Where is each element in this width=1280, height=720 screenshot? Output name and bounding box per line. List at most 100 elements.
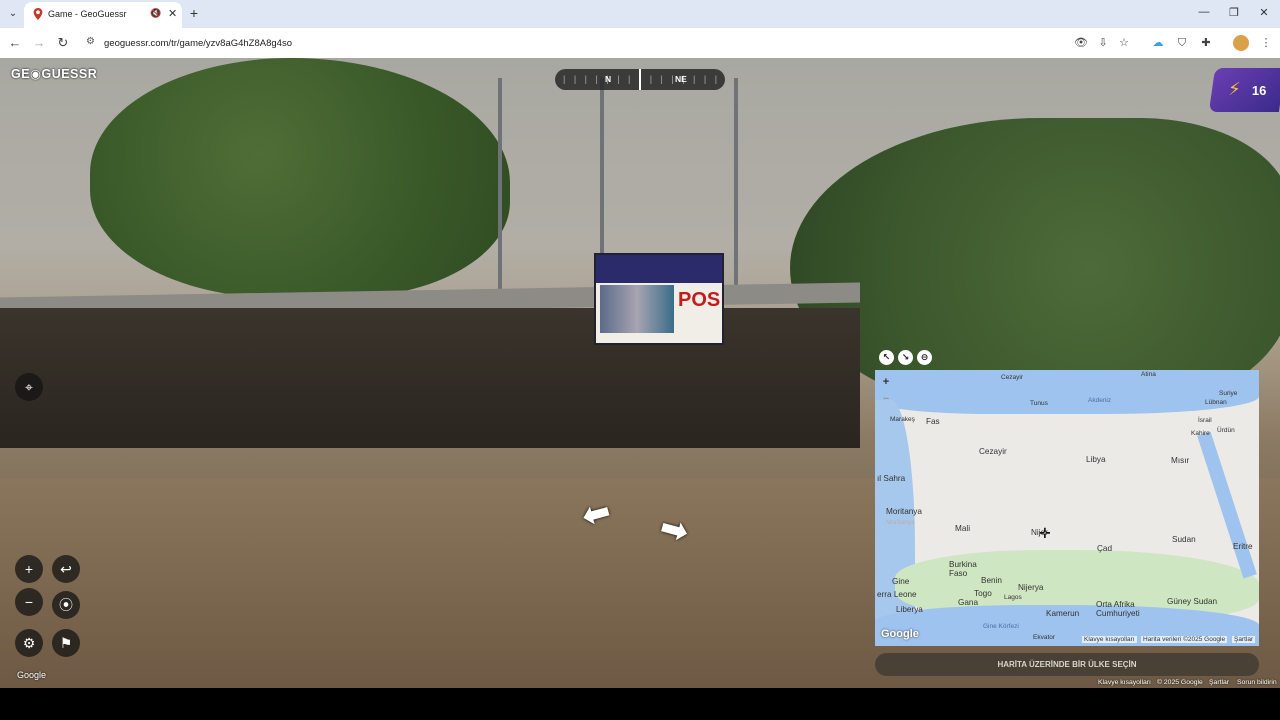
map-label: Lübnan: [1205, 399, 1227, 406]
map-label: Gine Körfezi: [983, 623, 1019, 630]
map-shortcuts-link[interactable]: Klavye kısayolları: [1082, 636, 1137, 643]
map-label: Sudan: [1172, 535, 1196, 544]
window-close-button[interactable]: ✕: [1254, 6, 1274, 19]
footer-report-link[interactable]: Sorun bildirin: [1237, 679, 1277, 686]
map-label: Gine: [892, 577, 910, 586]
map-label: Akdeniz: [1088, 397, 1112, 404]
toolbar: ← → ↻ ⚙ geoguessr.com/tr/game/yzv8aG4hZ8…: [0, 28, 1280, 58]
eye-off-icon[interactable]: 👁: [1073, 35, 1089, 51]
map-shrink-icon[interactable]: ↘: [898, 350, 913, 365]
map-label: Moritanya: [886, 507, 922, 516]
map-pin-toggle-icon[interactable]: ⊖: [917, 350, 932, 365]
more-menu-icon[interactable]: ⋮: [1258, 35, 1274, 51]
minimize-button[interactable]: —: [1194, 6, 1214, 18]
score-value: 16: [1251, 83, 1267, 98]
map-label: Mali: [955, 524, 971, 533]
map-label: Ürdün: [1217, 427, 1235, 434]
checkpoint-flag-icon[interactable]: ⚑: [52, 629, 80, 657]
map-label: Tunus: [1030, 400, 1048, 407]
address-bar[interactable]: ⚙ geoguessr.com/tr/game/yzv8aG4hZ8A8g4so: [80, 32, 1140, 54]
tab-search-chevron-icon[interactable]: ⌄: [4, 5, 22, 23]
map-label: Orta Afrika Cumhuriyeti: [1096, 600, 1140, 618]
bottom-bar: [0, 688, 1280, 720]
footer-terms-link[interactable]: Şartlar: [1209, 679, 1229, 686]
map-label: erra Leone: [877, 590, 917, 599]
map-label: Kamerun: [1046, 609, 1080, 618]
map-label: Fas: [926, 417, 940, 426]
muted-speaker-icon[interactable]: 🔇: [150, 8, 161, 19]
map-label: Gana: [958, 598, 979, 607]
map-data-attribution: Harita verileri ©2025 Google: [1141, 636, 1228, 643]
billboard: POS: [594, 253, 724, 345]
map-label: Marakeş: [890, 416, 915, 423]
compass-ticks: | | | | | | | | | | | | | | |: [563, 74, 721, 84]
cloud-extension-icon[interactable]: ☁: [1150, 35, 1166, 51]
map-label: Atina: [1141, 371, 1156, 378]
profile-avatar[interactable]: [1233, 35, 1249, 51]
map-zoom-in-button[interactable]: +: [879, 375, 893, 389]
tab-geoguessr[interactable]: Game - GeoGuessr 🔇 ✕: [24, 2, 182, 28]
undo-arrow-icon[interactable]: ↩: [52, 555, 80, 583]
zoom-in-button[interactable]: +: [15, 555, 43, 583]
compass-north: N: [605, 74, 612, 84]
map-label: Moritanya: [886, 519, 915, 526]
new-tab-button[interactable]: +: [186, 5, 202, 21]
back-arrow-icon[interactable]: ←: [6, 34, 24, 52]
map-label: Suriye: [1219, 390, 1238, 397]
market-stalls: [0, 308, 860, 448]
zoom-out-button[interactable]: −: [15, 588, 43, 616]
guess-button[interactable]: HARİTA ÜZERİNDE BİR ÜLKE SEÇİN: [875, 653, 1259, 676]
guess-map[interactable]: + − Cezayir Tunus Akdeniz Atina Suriye L…: [875, 370, 1259, 646]
map-google-logo: Google: [881, 628, 919, 640]
map-label: ıl Sahra: [877, 474, 906, 483]
settings-gear-icon[interactable]: ⚙: [15, 629, 43, 657]
return-to-start-pin-icon[interactable]: ⦿: [52, 591, 80, 619]
map-label: Nijerya: [1018, 583, 1044, 592]
url-text: geoguessr.com/tr/game/yzv8aG4hZ8A8g4so: [104, 38, 292, 49]
score-badge: ⚡ 16: [1208, 68, 1280, 112]
map-label: Ekvator: [1033, 634, 1056, 641]
compass-center-mark: [639, 69, 641, 90]
tab-strip: ⌄ Game - GeoGuessr 🔇 ✕ + — ❐ ✕: [0, 0, 1280, 28]
google-watermark: Google: [17, 670, 47, 680]
radio-tower: [734, 78, 738, 288]
reload-icon[interactable]: ↻: [54, 34, 72, 52]
billboard-pos-text: POS: [678, 289, 721, 311]
map-label: Lagos: [1004, 594, 1022, 601]
map-label: Kahire: [1191, 430, 1210, 437]
map-label: Mısır: [1171, 456, 1190, 465]
geoguessr-logo[interactable]: GE◉GUESSR: [11, 66, 97, 81]
map-label: Togo: [974, 589, 992, 598]
map-label: İsrail: [1198, 417, 1212, 424]
tab-close-icon[interactable]: ✕: [168, 7, 177, 20]
map-label: Benin: [981, 576, 1002, 585]
extensions-puzzle-icon[interactable]: ✚: [1198, 35, 1214, 51]
lightning-icon: ⚡: [1228, 79, 1241, 99]
radio-tower: [600, 78, 604, 278]
map-label: Cezayir: [979, 447, 1007, 456]
compass: | | | | | | | | | | | | | | | N NE: [555, 69, 725, 90]
tab-title: Game - GeoGuessr: [48, 9, 127, 19]
map-label: Libya: [1086, 455, 1106, 464]
tree: [90, 58, 510, 298]
restore-button[interactable]: ❐: [1224, 6, 1244, 19]
crosshair-cursor-icon: ✛: [1039, 525, 1051, 541]
install-app-icon[interactable]: ⇩: [1095, 35, 1111, 51]
map-label: Burkina Faso: [949, 560, 977, 578]
bookmark-star-icon[interactable]: ☆: [1116, 35, 1132, 51]
shield-extension-icon[interactable]: ⛉: [1174, 35, 1190, 51]
map-label: Eritre: [1233, 542, 1253, 551]
compass-northeast: NE: [675, 74, 687, 84]
radio-tower: [498, 78, 502, 298]
map-label: Çad: [1097, 544, 1113, 553]
map-label: Güney Sudan: [1167, 597, 1218, 606]
location-pin-icon: [33, 8, 43, 20]
site-info-icon[interactable]: ⚙: [86, 36, 95, 47]
footer-copyright: © 2025 Google: [1157, 679, 1203, 686]
map-terms-link[interactable]: Şartlar: [1232, 636, 1256, 643]
map-pin-icon[interactable]: ⌖: [15, 373, 43, 401]
map-zoom-out-button[interactable]: −: [879, 392, 893, 406]
map-expand-icon[interactable]: ↖: [879, 350, 894, 365]
footer-shortcuts-link[interactable]: Klavye kısayolları: [1098, 679, 1151, 686]
forward-arrow-icon[interactable]: →: [30, 34, 48, 52]
